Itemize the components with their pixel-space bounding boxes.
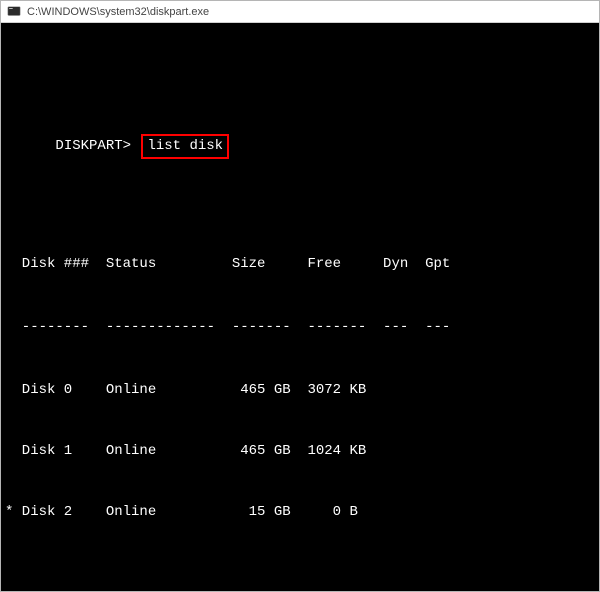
window-title: C:\WINDOWS\system32\diskpart.exe	[27, 6, 209, 18]
diskpart-window: C:\WINDOWS\system32\diskpart.exe DISKPAR…	[0, 0, 600, 592]
terminal-output[interactable]: DISKPART> list disk Disk ### Status Size…	[1, 23, 599, 591]
disk-table-separator: -------- ------------- ------- ------- -…	[5, 317, 595, 337]
titlebar[interactable]: C:\WINDOWS\system32\diskpart.exe	[1, 1, 599, 23]
cmd-list-disk: list disk	[141, 134, 229, 158]
prompt: DISKPART>	[55, 138, 131, 154]
disk-table-row: * Disk 2 Online 15 GB 0 B	[5, 502, 595, 522]
disk-table-row: Disk 0 Online 465 GB 3072 KB	[5, 380, 595, 400]
diskpart-app-icon	[7, 5, 21, 19]
disk-table-header: Disk ### Status Size Free Dyn Gpt	[5, 254, 595, 274]
disk-table-row: Disk 1 Online 465 GB 1024 KB	[5, 441, 595, 461]
